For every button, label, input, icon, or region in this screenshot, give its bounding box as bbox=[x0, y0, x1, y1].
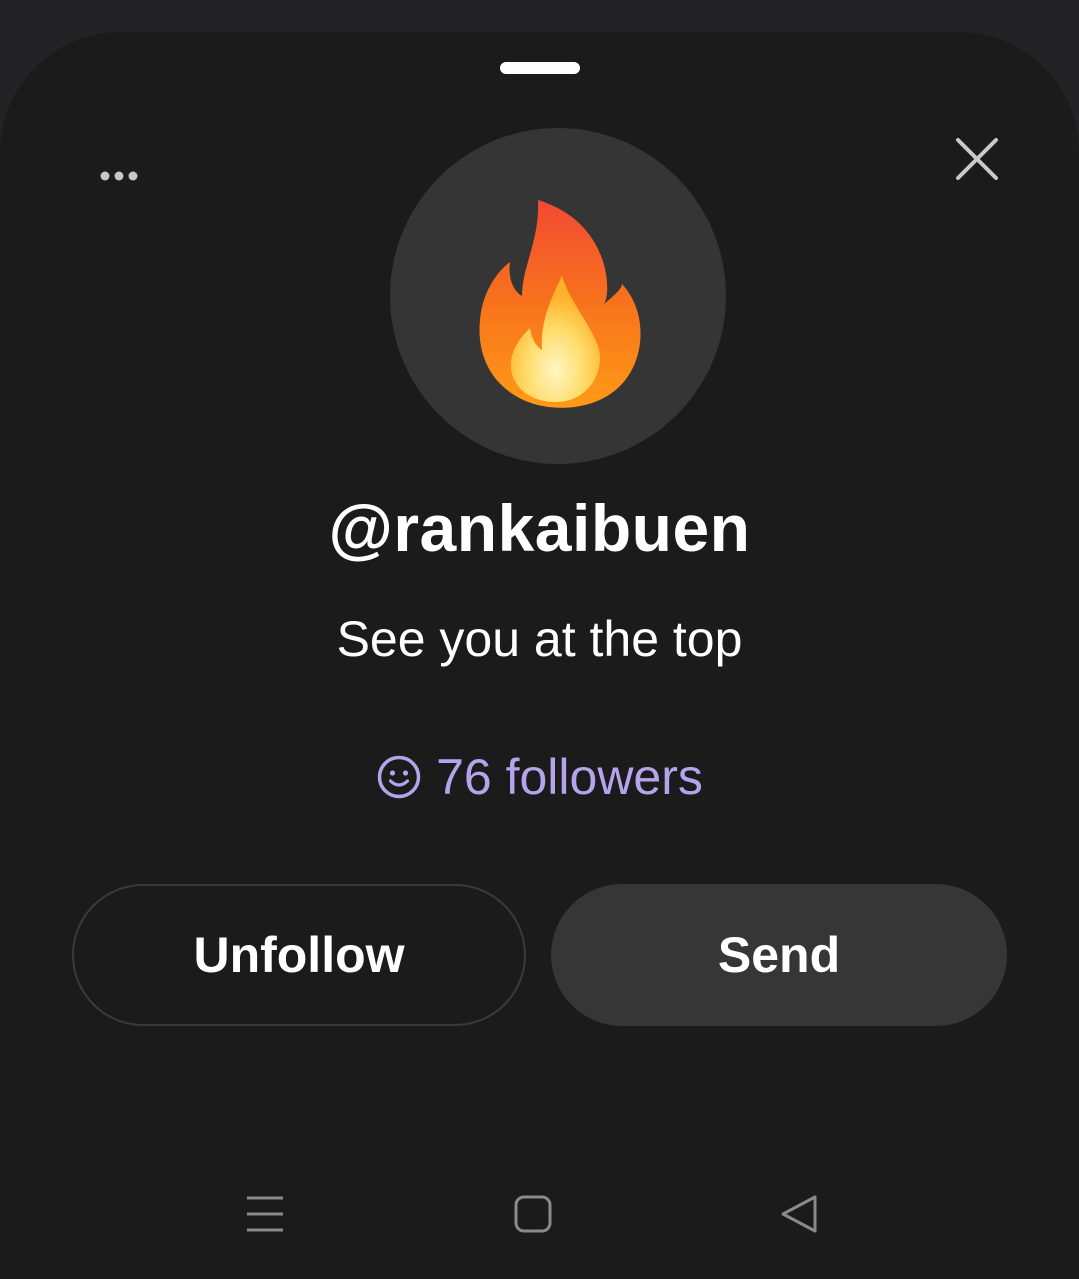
bio: See you at the top bbox=[336, 611, 743, 667]
followers-link[interactable]: 76 followers bbox=[0, 748, 1079, 806]
menu-icon bbox=[247, 1196, 283, 1232]
unfollow-label: Unfollow bbox=[193, 927, 405, 983]
fire-icon bbox=[479, 200, 641, 408]
more-horizontal-icon bbox=[100, 171, 138, 181]
unfollow-button[interactable]: Unfollow bbox=[72, 884, 526, 1026]
username: @rankaibuen bbox=[328, 491, 751, 565]
close-icon bbox=[956, 138, 998, 180]
home-icon bbox=[514, 1195, 552, 1233]
smile-icon bbox=[377, 755, 421, 799]
followers-count: 76 followers bbox=[436, 749, 703, 805]
send-label: Send bbox=[717, 927, 841, 983]
nav-home-button[interactable] bbox=[513, 1194, 553, 1234]
nav-back-button[interactable] bbox=[780, 1194, 820, 1234]
profile-sheet-screen: @rankaibuen See you at the top 76 follow… bbox=[0, 0, 1079, 1279]
close-button[interactable] bbox=[950, 132, 1004, 186]
drag-handle[interactable] bbox=[500, 62, 580, 74]
system-navigation-bar bbox=[0, 1180, 1079, 1250]
more-options-button[interactable] bbox=[92, 160, 146, 192]
nav-recent-apps-button[interactable] bbox=[245, 1194, 285, 1234]
back-icon bbox=[781, 1195, 817, 1233]
avatar[interactable] bbox=[390, 128, 726, 464]
send-button[interactable]: Send bbox=[551, 884, 1007, 1026]
